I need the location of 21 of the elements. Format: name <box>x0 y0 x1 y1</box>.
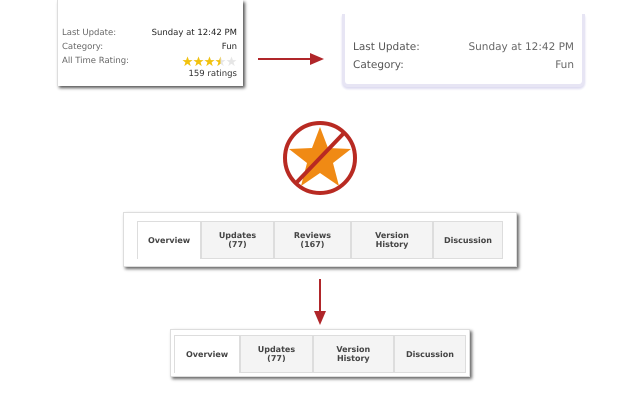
tab[interactable]: Overview <box>137 221 202 259</box>
field-label: All Time Rating: <box>62 56 130 66</box>
field-label: Last Update: <box>353 41 420 53</box>
ratings-count: 159 ratings <box>187 68 237 81</box>
tab[interactable]: Version History <box>351 221 433 258</box>
tab[interactable]: Updates (77) <box>240 335 313 372</box>
tab[interactable]: Reviews (167) <box>274 221 352 258</box>
tab[interactable]: Discussion <box>394 335 466 372</box>
field-value: Sunday at 12:42 PM <box>152 28 237 38</box>
tab[interactable]: Updates (77) <box>201 221 274 258</box>
tab[interactable]: Discussion <box>432 221 503 258</box>
tab[interactable]: Overview <box>174 335 240 373</box>
tab[interactable]: Version History <box>312 335 394 372</box>
field-label: Category: <box>353 59 404 71</box>
field-value: Fun <box>222 42 237 52</box>
down-arrow-icon <box>313 279 327 325</box>
field-label: Category: <box>62 42 104 52</box>
field-label: Last Update: <box>62 28 116 38</box>
right-arrow-icon <box>258 52 324 66</box>
field-value: Sunday at 12:42 PM <box>468 41 574 53</box>
field-value: Fun <box>555 59 574 71</box>
